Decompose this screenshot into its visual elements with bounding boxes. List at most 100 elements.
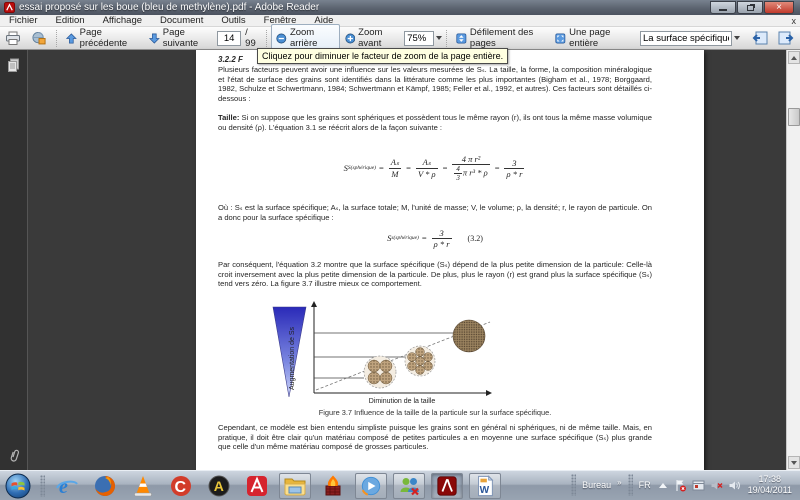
restore-button[interactable] (737, 1, 763, 14)
print-button[interactable] (0, 28, 26, 49)
next-view-button[interactable] (773, 28, 800, 48)
svg-text:e: e (59, 476, 68, 498)
fraction-denominator: 3 (456, 174, 460, 182)
next-page-button[interactable]: Page suivante (144, 24, 217, 52)
taskbar-button-messenger[interactable] (393, 472, 425, 499)
tray-grip[interactable] (627, 474, 633, 496)
toolbar-chevron[interactable]: » (617, 478, 621, 487)
zoom-level-input[interactable] (404, 30, 435, 46)
menu-outils[interactable]: Outils (212, 15, 254, 27)
volume-speaker-icon[interactable] (728, 478, 742, 492)
svg-text:A: A (214, 478, 224, 494)
figure-3-7: Augmentation de Ss Diminution de la tail… (272, 301, 492, 405)
next-page-label: Page suivante (162, 27, 199, 49)
taskbar-grip[interactable] (40, 474, 45, 497)
paragraph-facteurs: Plusieurs facteurs peuvent avoir une inf… (218, 65, 652, 103)
pages-panel-icon[interactable] (7, 58, 21, 73)
taskbar-icon-internet-explorer[interactable]: e (53, 473, 81, 499)
equals-sign: = (442, 163, 448, 173)
printer-icon (6, 31, 20, 45)
toolbar-separator (446, 29, 448, 47)
taskbar-icon-ccleaner[interactable]: C (167, 473, 195, 499)
adobe-reader-icon (437, 475, 457, 496)
tray-grip[interactable] (571, 474, 577, 496)
minimize-icon (719, 9, 727, 11)
nested-fraction: 43 (454, 165, 462, 182)
tray-expand-icon[interactable] (656, 478, 670, 492)
scrolling-mode-label: Défilement des pages (469, 27, 534, 49)
desktop: essai proposé sur les boue (bleu de meth… (0, 0, 800, 500)
taskbar-button-explorer[interactable] (279, 472, 311, 499)
previous-page-label: Page précédente (79, 27, 128, 49)
equals-sign: = (406, 163, 411, 173)
equals-sign: = (421, 233, 427, 243)
close-icon: × (776, 2, 782, 13)
taskbar-button-media-player[interactable] (355, 472, 387, 499)
fraction-denominator: V * ρ (417, 169, 436, 179)
fit-page-button[interactable]: Une page entière (550, 24, 634, 52)
attachments-paperclip-icon[interactable] (8, 448, 21, 464)
y-axis-arrow (311, 301, 317, 307)
fit-one-page-icon (555, 33, 566, 43)
eq2-lhs-subscript: s(sphérique) (391, 235, 419, 241)
close-button[interactable]: × (764, 1, 794, 14)
taskbar-button-adobe-reader[interactable] (431, 472, 463, 499)
messenger-contacts-icon (400, 477, 419, 495)
search-input[interactable] (640, 30, 733, 46)
x-axis-label: Diminution de la taille (369, 398, 436, 405)
aimp-icon: A (208, 475, 230, 496)
previous-view-button[interactable] (746, 28, 773, 48)
eq2-fraction: 3 ρ * r (431, 228, 452, 249)
fraction-denominator: 43π r³ * ρ (452, 165, 489, 182)
pdf-page: 3.2.2 F Plusieurs facteurs peuvent avoir… (196, 50, 704, 470)
toolbar-separator (56, 29, 57, 47)
taskbar-button-word[interactable]: W (469, 472, 501, 499)
windows-media-player-icon (361, 476, 381, 496)
start-button[interactable] (4, 473, 32, 499)
fraction-numerator: 3 (504, 158, 525, 169)
collaboration-globe-icon (32, 31, 46, 44)
equation-3-2: Ss(sphérique) = 3 ρ * r (3.2) (218, 226, 652, 250)
main-toolbar: Page précédente Page suivante / 99 Zoom … (0, 24, 800, 52)
menu-fichier[interactable]: Fichier (0, 15, 47, 27)
figure-caption: Figure 3.7 Influence de la taille de la … (318, 408, 552, 417)
fraction-denominator-rest: π r³ * ρ (462, 167, 488, 178)
clock-time: 17:38 (758, 474, 782, 484)
avira-icon (247, 475, 267, 496)
share-button[interactable] (26, 28, 52, 49)
paragraph-taille-lead: Taille: (218, 113, 240, 122)
vertical-scrollbar[interactable] (786, 50, 800, 470)
minimize-button[interactable] (710, 1, 736, 14)
desktop-toolbar-label[interactable]: Bureau (582, 480, 611, 490)
previous-page-button[interactable]: Page précédente (61, 24, 144, 52)
page-number-input[interactable] (217, 30, 242, 46)
taskbar-icon-firefox[interactable] (91, 473, 119, 499)
scrollbar-thumb[interactable] (788, 108, 800, 126)
document-close-icon[interactable]: x (792, 15, 797, 27)
zoom-dropdown-icon[interactable] (436, 36, 443, 40)
eq1-lhs-subscript: S(sphérique) (347, 165, 376, 171)
scroll-up-button[interactable] (788, 51, 800, 64)
eq1-fraction-2: Aₛ V * ρ (415, 157, 438, 179)
fraction-denominator: M (391, 169, 399, 179)
paragraph-definitions: Où : Sₛ est la surface spécifique; Aₛ, l… (218, 203, 652, 222)
audio-device-muted-icon[interactable] (710, 478, 724, 492)
tray-window-icon[interactable] (692, 478, 706, 492)
action-center-flag-icon[interactable] (674, 478, 688, 492)
taskbar-clock[interactable]: 17:38 19/04/2011 (748, 474, 792, 496)
taskbar-icon-vlc[interactable] (129, 473, 157, 499)
svg-text:C: C (175, 479, 187, 496)
search-dropdown-icon[interactable] (734, 36, 741, 40)
taskbar-icon-download-manager[interactable] (319, 473, 347, 499)
fraction-numerator: Aₛ (388, 157, 402, 169)
equation-number: (3.2) (467, 233, 483, 243)
scroll-down-button[interactable] (788, 456, 800, 469)
section-heading: 3.2.2 F (218, 55, 243, 64)
language-indicator[interactable]: FR (639, 480, 651, 490)
taskbar-icon-avira[interactable] (243, 473, 271, 499)
arrow-up-icon (66, 32, 77, 43)
eq1-fraction-1: Aₛ M (388, 157, 402, 179)
equals-sign: = (378, 163, 384, 173)
taskbar-icon-aimp[interactable]: A (205, 473, 233, 499)
paragraph-cependant: Cependant, ce modèle est bien entendu si… (218, 423, 652, 452)
